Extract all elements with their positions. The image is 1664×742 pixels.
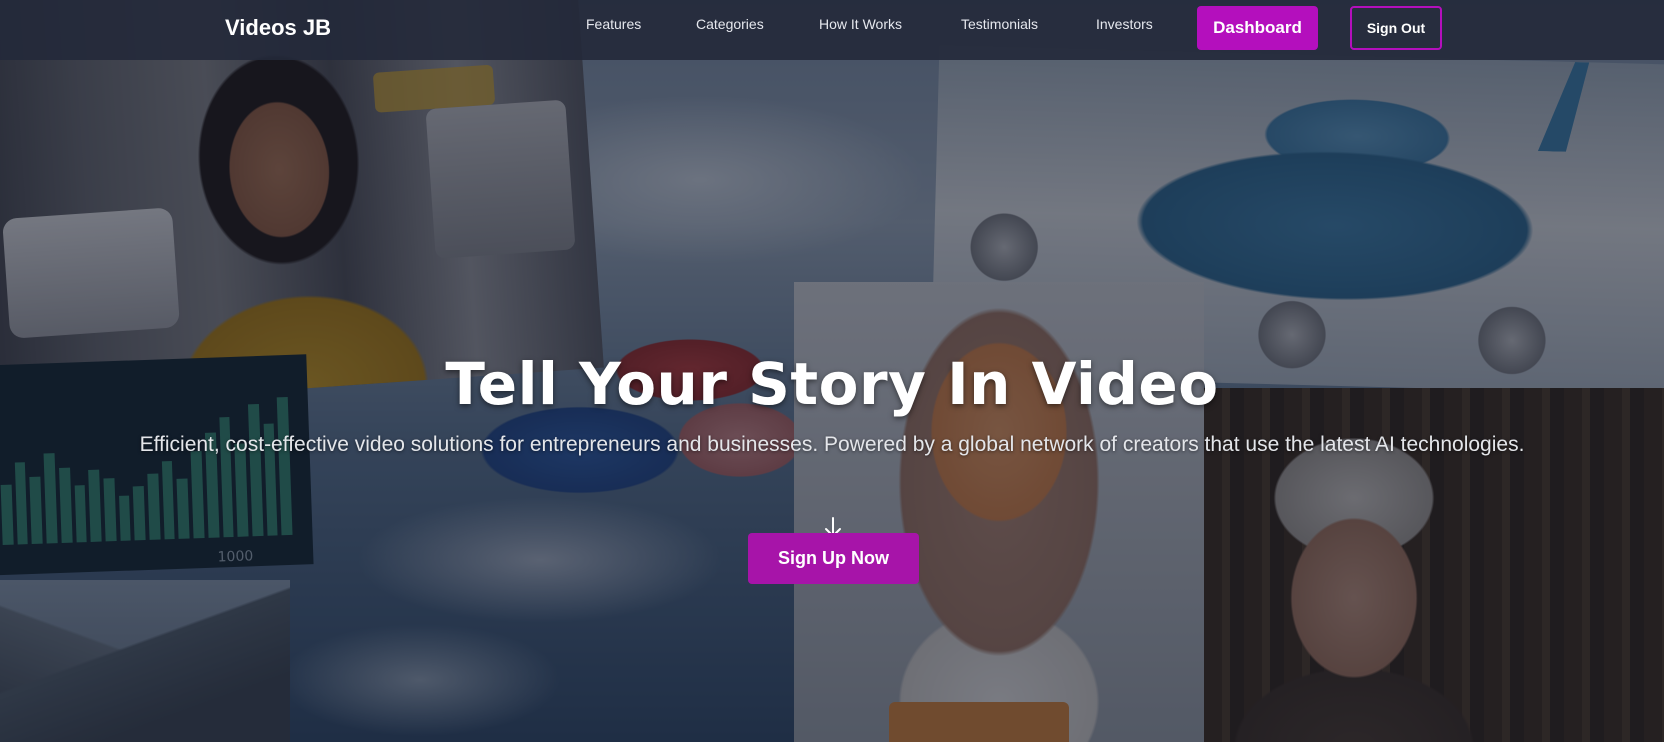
nav-categories[interactable]: Categories — [696, 16, 764, 32]
nav-testimonials[interactable]: Testimonials — [961, 16, 1038, 32]
nav-features[interactable]: Features — [586, 16, 641, 32]
nav-how-it-works[interactable]: How It Works — [819, 16, 902, 32]
nav-investors[interactable]: Investors — [1096, 16, 1153, 32]
sign-up-now-button[interactable]: Sign Up Now — [748, 533, 919, 584]
sign-out-button[interactable]: Sign Out — [1350, 6, 1442, 50]
dashboard-button[interactable]: Dashboard — [1197, 6, 1318, 50]
top-navbar: Videos JB Features Categories How It Wor… — [0, 0, 1664, 60]
hero-title: Tell Your Story In Video — [445, 350, 1219, 418]
brand-logo[interactable]: Videos JB — [225, 15, 331, 41]
hero-subtitle: Efficient, cost-effective video solution… — [139, 433, 1525, 456]
